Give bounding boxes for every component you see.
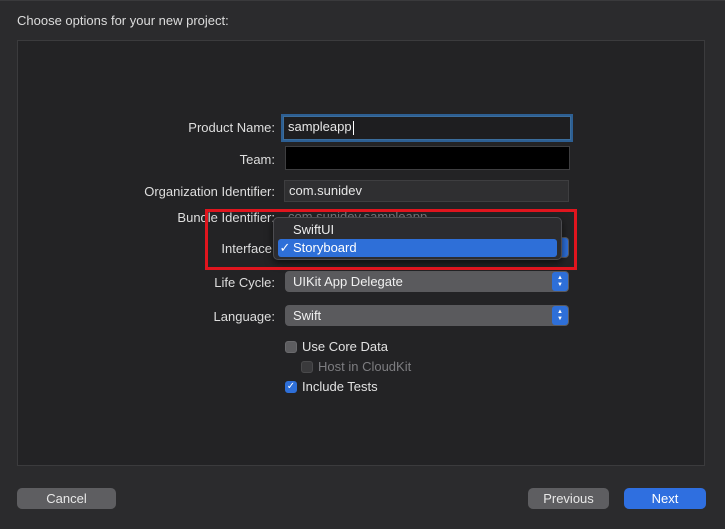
language-value: Swift xyxy=(293,308,322,323)
chevron-up-down-icon: ▲▼ xyxy=(552,272,568,291)
life-cycle-label: Life Cycle: xyxy=(214,275,275,290)
team-label: Team: xyxy=(239,152,275,167)
next-button[interactable]: Next xyxy=(624,488,706,509)
organization-identifier-label: Organization Identifier: xyxy=(144,184,275,199)
host-in-cloudkit-option: Host in CloudKit xyxy=(301,359,411,374)
language-popup[interactable]: Swift ▲ ▼ xyxy=(285,305,569,326)
life-cycle-popup[interactable]: UIKit App Delegate ▲ ▼ xyxy=(285,271,569,292)
include-tests-label: Include Tests xyxy=(302,379,378,394)
product-name-value: sampleapp xyxy=(288,119,352,134)
life-cycle-value: UIKit App Delegate xyxy=(293,274,403,289)
use-core-data-checkbox[interactable] xyxy=(285,340,297,353)
product-name-label: Product Name: xyxy=(188,120,275,135)
use-core-data-label: Use Core Data xyxy=(302,339,388,354)
team-field[interactable] xyxy=(285,146,570,170)
window-top-edge xyxy=(0,0,725,1)
cancel-button[interactable]: Cancel xyxy=(17,488,116,509)
use-core-data-option[interactable]: Use Core Data xyxy=(285,339,388,354)
previous-button[interactable]: Previous xyxy=(528,488,609,509)
host-in-cloudkit-label: Host in CloudKit xyxy=(318,359,412,374)
include-tests-option[interactable]: ✓ Include Tests xyxy=(285,379,378,394)
organization-identifier-input[interactable]: com.sunidev xyxy=(284,180,569,202)
page-title: Choose options for your new project: xyxy=(17,13,229,28)
language-label: Language: xyxy=(213,309,275,324)
annotation-highlight-box xyxy=(205,209,577,270)
include-tests-checkbox[interactable]: ✓ xyxy=(285,380,297,393)
host-in-cloudkit-checkbox xyxy=(301,360,313,373)
text-caret xyxy=(352,120,354,135)
product-name-input[interactable]: sampleapp xyxy=(283,116,571,140)
chevron-up-down-icon: ▲▼ xyxy=(552,306,568,325)
checkmark-icon: ✓ xyxy=(286,380,296,392)
